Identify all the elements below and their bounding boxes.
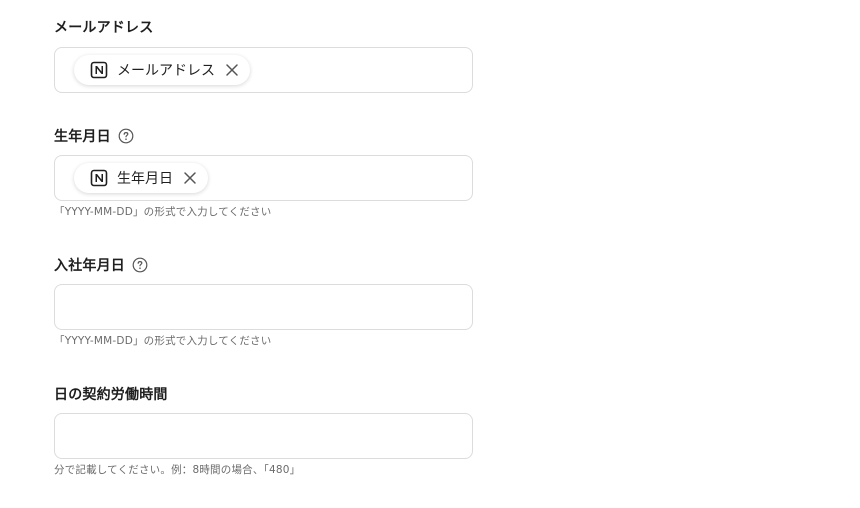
field-label-row: メールアドレス: [54, 16, 454, 38]
field-hint: 分で記載してください。例：8時間の場合、「480」: [54, 464, 301, 476]
close-icon[interactable]: [182, 170, 198, 186]
field-email: メールアドレス メールアドレス: [54, 16, 473, 93]
field-label-row: 入社年月日: [54, 254, 454, 276]
field-label-row: 生年月日: [54, 125, 454, 147]
chip-label: 生年月日: [117, 171, 173, 187]
field-daily-working-minutes: 日の契約労働時間 分で記載してください。例：8時間の場合、「480」: [54, 383, 473, 476]
email-input[interactable]: メールアドレス: [54, 47, 473, 93]
field-hire-date: 入社年月日 「YYYY-MM-DD」の形式で入力してください: [54, 254, 473, 347]
field-label-hire-date: 入社年月日: [54, 258, 125, 274]
close-icon[interactable]: [224, 62, 240, 78]
chip-label: メールアドレス: [117, 63, 215, 79]
help-icon[interactable]: [132, 257, 148, 273]
field-label-email: メールアドレス: [54, 20, 154, 36]
field-hint: 「YYYY-MM-DD」の形式で入力してください: [54, 206, 272, 218]
help-icon[interactable]: [118, 128, 134, 144]
field-hint: 「YYYY-MM-DD」の形式で入力してください: [54, 335, 272, 347]
variable-chip-birth-date[interactable]: 生年月日: [74, 163, 208, 193]
field-birth-date: 生年月日 生年月日 「YYYY-MM-DD」の形式で入力してください: [54, 125, 473, 218]
hire-date-input[interactable]: [54, 284, 473, 330]
notion-icon: [90, 61, 108, 79]
notion-icon: [90, 169, 108, 187]
field-label-birth-date: 生年月日: [54, 129, 111, 145]
field-label-daily-working-minutes: 日の契約労働時間: [54, 387, 168, 403]
variable-chip-email[interactable]: メールアドレス: [74, 55, 250, 85]
field-label-row: 日の契約労働時間: [54, 383, 454, 405]
birth-date-input[interactable]: 生年月日: [54, 155, 473, 201]
daily-working-minutes-input[interactable]: [54, 413, 473, 459]
